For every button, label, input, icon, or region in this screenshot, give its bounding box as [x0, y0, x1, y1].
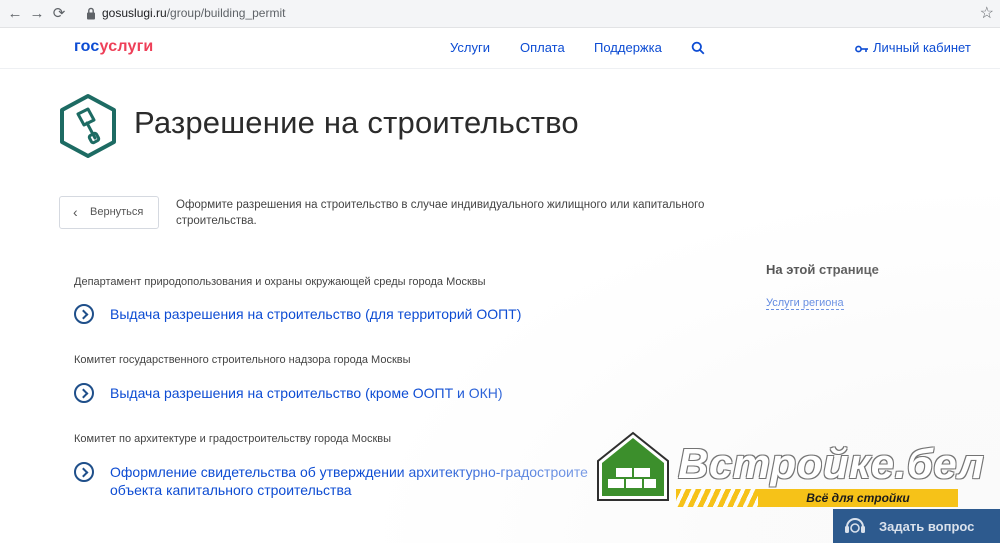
- house-bricks-logo: [597, 431, 669, 501]
- watermark-brand: Встройке.бел: [678, 440, 985, 487]
- bookmark-star-icon[interactable]: ☆: [980, 3, 994, 23]
- reload-icon[interactable]: ⟳: [48, 3, 70, 25]
- watermark-stripes: [676, 489, 760, 507]
- site-header: госуслуги Услуги Оплата Поддержка Личный…: [0, 29, 1000, 69]
- chevron-circle-icon: [74, 304, 94, 324]
- cabinet-label: Личный кабинет: [873, 40, 971, 55]
- page-title: Разрешение на строительство: [134, 105, 579, 140]
- construction-trowel-icon: [60, 94, 116, 158]
- lock-icon: [87, 7, 95, 20]
- headset-icon: [845, 518, 865, 533]
- service-link[interactable]: Выдача разрешения на строительство (для …: [110, 305, 521, 323]
- address-bar[interactable]: gosuslugi.ru/group/building_permit: [102, 6, 285, 20]
- url-path: /group/building_permit: [166, 6, 286, 20]
- back-arrow-icon[interactable]: ←: [4, 3, 26, 25]
- nav-support[interactable]: Поддержка: [594, 40, 662, 55]
- department-label: Комитет государственного строительного н…: [74, 354, 411, 366]
- chevron-left-icon: ‹: [73, 204, 78, 220]
- back-button[interactable]: ‹ Вернуться: [59, 196, 159, 229]
- nav-services[interactable]: Услуги: [450, 40, 490, 55]
- department-label: Департамент природопользования и охраны …: [74, 276, 486, 288]
- page-description: Оформите разрешения на строительство в с…: [176, 199, 705, 227]
- gosuslugi-logo[interactable]: госуслуги: [74, 38, 153, 56]
- logo-part-2: услуги: [99, 38, 154, 55]
- browser-toolbar: ← → ⟳ gosuslugi.ru/group/building_permit…: [0, 0, 1000, 28]
- ask-question-label: Задать вопрос: [879, 519, 975, 534]
- chevron-circle-icon: [74, 462, 94, 482]
- watermark-tagline: Всё для стройки: [758, 489, 958, 507]
- nav-payment[interactable]: Оплата: [520, 40, 565, 55]
- service-link-line-2[interactable]: объекта капитального строительства: [110, 481, 352, 499]
- personal-cabinet-link[interactable]: Личный кабинет: [855, 40, 971, 55]
- key-icon: [855, 45, 868, 52]
- chevron-circle-icon: [74, 383, 94, 403]
- ask-question-button[interactable]: Задать вопрос: [833, 509, 1000, 543]
- url-host: gosuslugi.ru: [102, 6, 167, 20]
- regional-services-link[interactable]: Услуги региона: [766, 297, 844, 310]
- logo-part-1: гос: [74, 38, 100, 55]
- back-button-label: Вернуться: [90, 206, 144, 218]
- search-icon[interactable]: [691, 41, 705, 55]
- department-label: Комитет по архитектуре и градостроительс…: [74, 433, 392, 445]
- service-link-line-1[interactable]: Оформление свидетельства об утверждении …: [110, 463, 588, 481]
- forward-arrow-icon[interactable]: →: [26, 3, 48, 25]
- on-this-page-title: На этой странице: [766, 262, 879, 277]
- service-link[interactable]: Выдача разрешения на строительство (кром…: [110, 384, 503, 402]
